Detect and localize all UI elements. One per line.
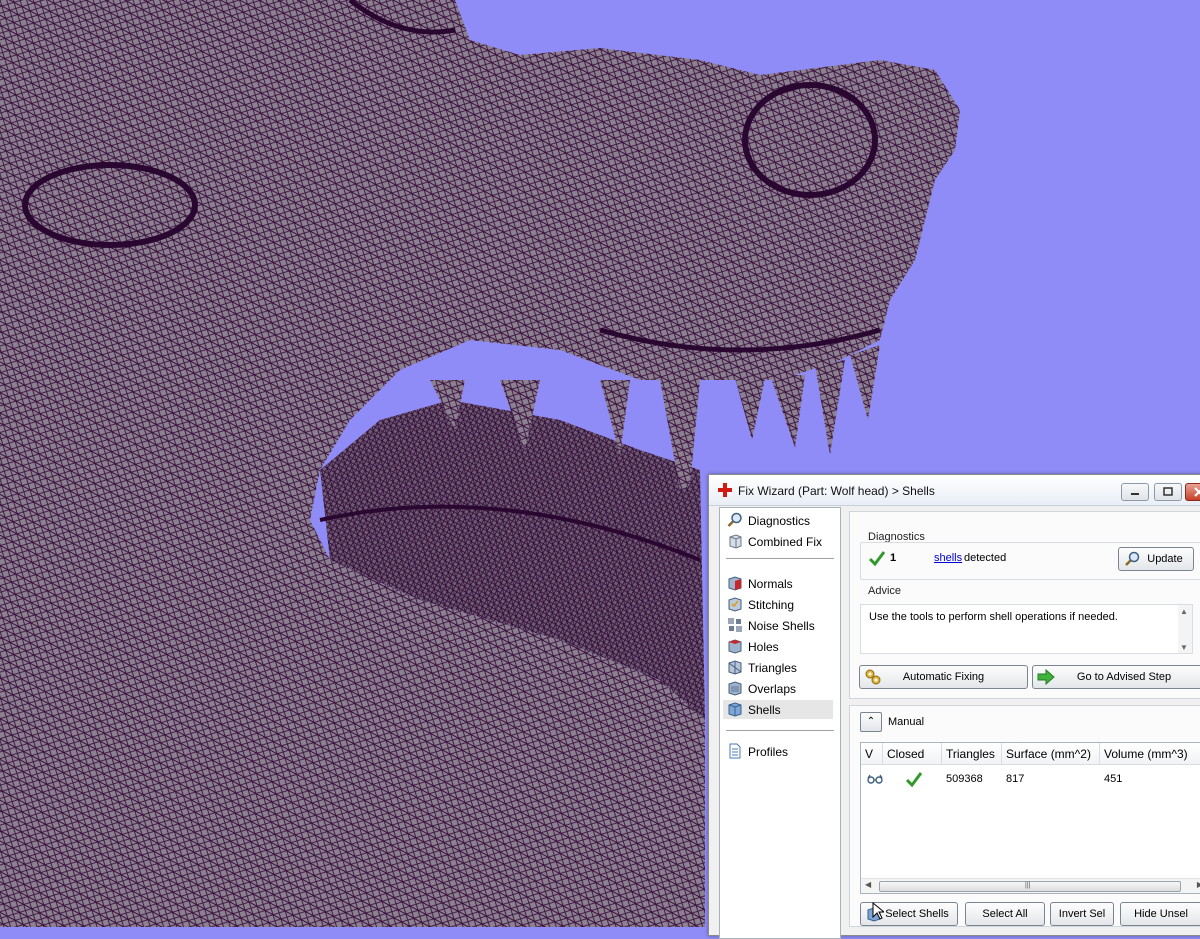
detected-text: detected — [964, 552, 1007, 564]
grip-icon: ||| — [1025, 882, 1031, 889]
chevron-up-icon: ⌃ — [866, 716, 876, 727]
window-title: Fix Wizard (Part: Wolf head) > Shells — [738, 484, 935, 498]
manual-label: Manual — [888, 716, 925, 728]
invert-sel-button[interactable]: Invert Sel — [1050, 902, 1114, 926]
check-icon — [868, 551, 886, 566]
column-header-triangles[interactable]: Triangles — [942, 743, 1002, 765]
nav-item-diagnostics[interactable]: Diagnostics — [723, 511, 833, 530]
green-arrow-icon — [1037, 668, 1055, 686]
advice-group-label: Advice — [868, 585, 902, 597]
nav-item-normals[interactable]: Normals — [723, 574, 833, 593]
maximize-button[interactable] — [1154, 483, 1182, 501]
cube-hole-icon — [728, 639, 742, 654]
shell-count: 1 — [890, 552, 897, 564]
window-titlebar[interactable]: Fix Wizard (Part: Wolf head) > Shells — [709, 475, 1200, 506]
nav-item-noise-shells[interactable]: Noise Shells — [723, 616, 833, 635]
cube-shells-icon — [728, 702, 742, 717]
column-header-volume[interactable]: Volume (mm^3) — [1100, 743, 1200, 765]
surface-cell: 817 — [1006, 773, 1025, 785]
cube-triangles-icon — [728, 660, 742, 675]
document-icon — [729, 743, 741, 759]
cube-stitch-icon — [728, 597, 742, 612]
cube-red-icon — [728, 576, 742, 591]
advice-text: Use the tools to perform shell operation… — [869, 611, 1118, 623]
close-button[interactable] — [1185, 483, 1200, 501]
glasses-icon[interactable] — [867, 773, 883, 785]
nav-item-overlaps[interactable]: Overlaps — [723, 679, 833, 698]
scrollbar-thumb[interactable]: ||| — [879, 881, 1181, 892]
scroll-up-icon[interactable]: ▲ — [1180, 607, 1190, 616]
advice-text-box: Use the tools to perform shell operation… — [860, 604, 1193, 654]
magnifier-icon — [727, 512, 742, 527]
automatic-fixing-button[interactable]: Automatic Fixing — [859, 665, 1028, 689]
nav-separator — [726, 730, 834, 731]
select-all-button[interactable]: Select All — [965, 902, 1045, 926]
update-button[interactable]: Update — [1118, 547, 1194, 571]
cube-stack-icon — [729, 534, 742, 549]
nav-item-combined-fix[interactable]: Combined Fix — [723, 532, 833, 551]
hide-unsel-button[interactable]: Hide Unsel — [1120, 902, 1200, 926]
go-to-advised-step-button[interactable]: Go to Advised Step — [1032, 665, 1200, 689]
scroll-down-icon[interactable]: ▼ — [1180, 643, 1190, 652]
minimize-icon — [1131, 493, 1139, 495]
check-icon — [905, 772, 923, 787]
nav-item-profiles[interactable]: Profiles — [723, 742, 833, 761]
gears-icon — [865, 669, 881, 685]
advice-scrollbar[interactable]: ▲ ▼ — [1178, 605, 1192, 653]
nav-item-holes[interactable]: Holes — [723, 637, 833, 656]
shells-link[interactable]: shells — [934, 552, 962, 564]
shells-table[interactable]: V Closed Triangles Surface (mm^2) Volume… — [860, 742, 1200, 894]
column-header-v[interactable]: V — [861, 743, 883, 765]
minimize-button[interactable] — [1121, 483, 1149, 501]
red-cross-icon — [718, 483, 732, 497]
nav-item-stitching[interactable]: Stitching — [723, 595, 833, 614]
noise-shells-icon — [728, 618, 742, 632]
manual-panel: ⌃ Manual V Closed Triangles Surface (mm^… — [849, 705, 1200, 927]
triangles-cell: 509368 — [946, 773, 983, 785]
nav-item-triangles[interactable]: Triangles — [723, 658, 833, 677]
nav-item-shells[interactable]: Shells — [723, 700, 833, 719]
nav-separator — [726, 558, 834, 559]
column-header-closed[interactable]: Closed — [883, 743, 942, 765]
volume-cell: 451 — [1104, 773, 1123, 785]
cube-overlaps-icon — [728, 681, 742, 696]
collapse-manual-button[interactable]: ⌃ — [860, 712, 882, 732]
magnifier-icon — [1125, 551, 1140, 566]
diagnostics-panel: Diagnostics 1 shells detected Update Adv… — [849, 511, 1200, 699]
mouse-cursor-icon — [872, 902, 884, 920]
fix-wizard-window[interactable]: Fix Wizard (Part: Wolf head) > Shells Di… — [708, 474, 1200, 939]
scroll-left-icon[interactable]: ◀ — [865, 880, 871, 889]
maximize-icon — [1163, 487, 1173, 496]
fix-step-nav: Diagnostics Combined Fix Normals Stitchi… — [719, 507, 841, 939]
column-header-surface[interactable]: Surface (mm^2) — [1002, 743, 1100, 765]
close-icon — [1194, 487, 1200, 497]
table-horizontal-scrollbar[interactable]: ◀ ||| ▶ — [861, 878, 1200, 893]
